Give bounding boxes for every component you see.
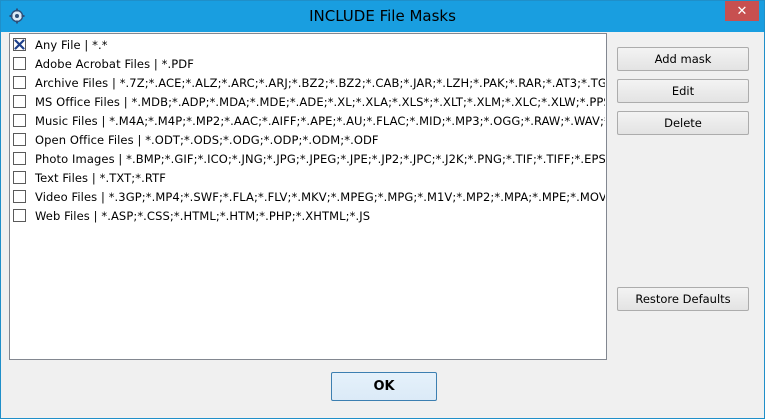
window-title: INCLUDE File Masks xyxy=(309,7,456,25)
mask-list-item[interactable]: Video Files | *.3GP;*.MP4;*.SWF;*.FLA;*.… xyxy=(13,187,605,206)
mask-label: Music Files | *.M4A;*.M4P;*.MP2;*.AAC;*.… xyxy=(35,113,605,128)
close-button[interactable]: ✕ xyxy=(725,1,759,21)
mask-checkbox[interactable] xyxy=(13,209,26,222)
checkmark-x-icon xyxy=(14,39,25,50)
mask-list-item[interactable]: Music Files | *.M4A;*.M4P;*.MP2;*.AAC;*.… xyxy=(13,111,605,130)
add-mask-button[interactable]: Add mask xyxy=(617,47,749,71)
close-icon: ✕ xyxy=(736,3,748,19)
mask-list[interactable]: Any File | *.* Adobe Acrobat Files | *.PD… xyxy=(9,33,607,360)
mask-checkbox[interactable] xyxy=(13,171,26,184)
mask-checkbox[interactable] xyxy=(13,133,26,146)
title-bar[interactable]: INCLUDE File Masks ✕ xyxy=(1,1,764,32)
mask-list-item[interactable]: Any File | *.* xyxy=(13,35,605,54)
mask-list-item[interactable]: Open Office Files | *.ODT;*.ODS;*.ODG;*.… xyxy=(13,130,605,149)
mask-label: Archive Files | *.7Z;*.ACE;*.ALZ;*.ARC;*… xyxy=(35,75,605,90)
restore-defaults-button[interactable]: Restore Defaults xyxy=(617,287,749,311)
mask-list-item[interactable]: Text Files | *.TXT;*.RTF xyxy=(13,168,605,187)
include-file-masks-window: INCLUDE File Masks ✕ Any File | *.* Adobe… xyxy=(0,0,765,419)
mask-label: MS Office Files | *.MDB;*.ADP;*.MDA;*.MD… xyxy=(35,94,605,109)
dialog-content: Any File | *.* Adobe Acrobat Files | *.PD… xyxy=(1,32,764,418)
mask-list-item[interactable]: Archive Files | *.7Z;*.ACE;*.ALZ;*.ARC;*… xyxy=(13,73,605,92)
mask-list-item[interactable]: Photo Images | *.BMP;*.GIF;*.ICO;*.JNG;*… xyxy=(13,149,605,168)
edit-button[interactable]: Edit xyxy=(617,79,749,103)
mask-checkbox[interactable] xyxy=(13,114,26,127)
mask-label: Any File | *.* xyxy=(35,37,108,52)
mask-list-item[interactable]: MS Office Files | *.MDB;*.ADP;*.MDA;*.MD… xyxy=(13,92,605,111)
mask-label: Video Files | *.3GP;*.MP4;*.SWF;*.FLA;*.… xyxy=(35,189,605,204)
mask-label: Adobe Acrobat Files | *.PDF xyxy=(35,56,194,71)
mask-checkbox[interactable] xyxy=(13,190,26,203)
ok-button[interactable]: OK xyxy=(331,372,437,401)
mask-list-item[interactable]: Adobe Acrobat Files | *.PDF xyxy=(13,54,605,73)
mask-checkbox[interactable] xyxy=(13,76,26,89)
mask-label: Web Files | *.ASP;*.CSS;*.HTML;*.HTM;*.P… xyxy=(35,208,371,223)
mask-checkbox[interactable] xyxy=(13,152,26,165)
mask-label: Text Files | *.TXT;*.RTF xyxy=(35,170,166,185)
mask-checkbox[interactable] xyxy=(13,57,26,70)
mask-checkbox[interactable] xyxy=(13,95,26,108)
mask-checkbox[interactable] xyxy=(13,38,26,51)
mask-label: Open Office Files | *.ODT;*.ODS;*.ODG;*.… xyxy=(35,132,379,147)
mask-list-item[interactable]: Web Files | *.ASP;*.CSS;*.HTML;*.HTM;*.P… xyxy=(13,206,605,225)
mask-label: Photo Images | *.BMP;*.GIF;*.ICO;*.JNG;*… xyxy=(35,151,605,166)
delete-button[interactable]: Delete xyxy=(617,111,749,135)
